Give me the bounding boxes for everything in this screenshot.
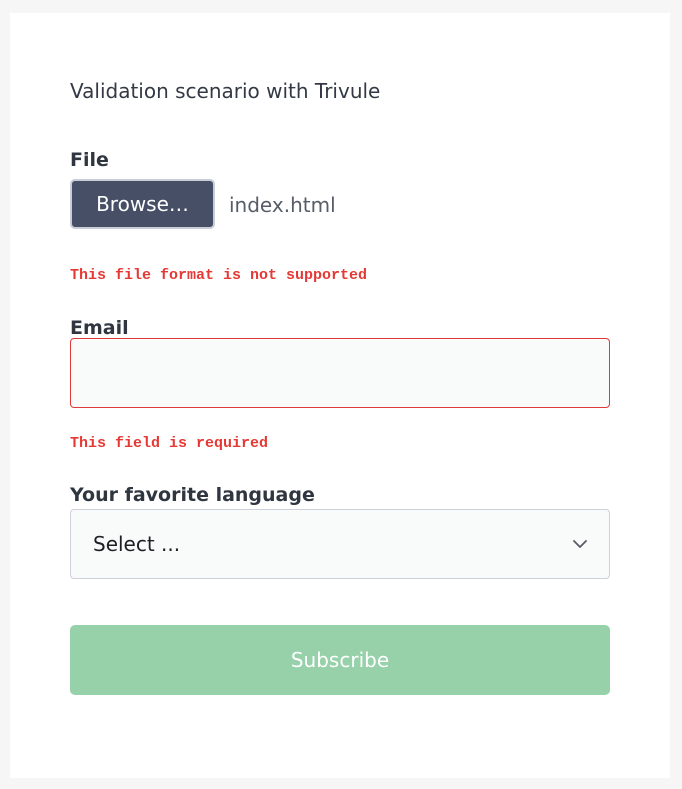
email-field[interactable] [70,338,610,408]
file-label: File [70,149,109,171]
form-intro: Validation scenario with Trivule [70,79,381,103]
language-label: Your favorite language [70,484,315,506]
email-label: Email [70,317,129,339]
language-select[interactable]: Select ... [70,509,610,579]
form-card: Validation scenario with Trivule File Br… [10,13,670,778]
selected-file-name: index.html [229,193,336,217]
chevron-down-icon [573,540,587,548]
email-error-message: This field is required [70,435,269,452]
browse-button[interactable]: Browse… [70,179,215,229]
language-select-value: Select ... [93,532,181,556]
subscribe-button[interactable]: Subscribe [70,625,610,695]
file-error-message: This file format is not supported [70,267,368,284]
